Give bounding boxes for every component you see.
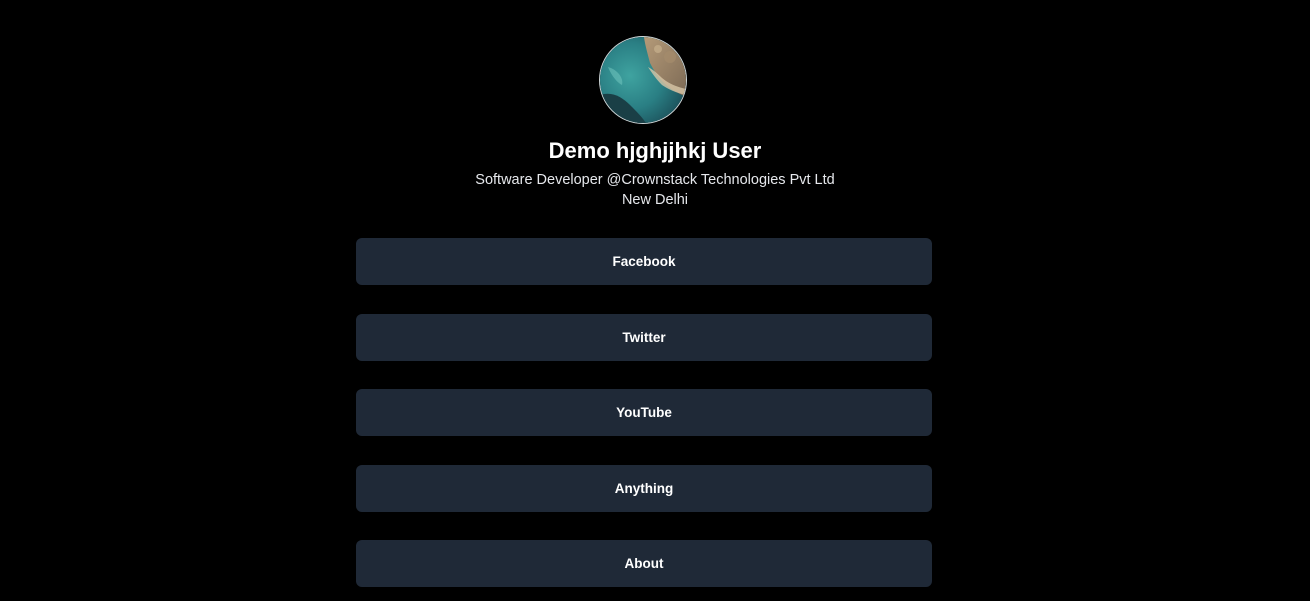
profile-page: Demo hjghjjhkj User Software Developer @…	[0, 0, 1310, 601]
link-button-twitter[interactable]: Twitter	[356, 313, 932, 361]
link-list: Facebook Twitter YouTube Anything About	[356, 238, 932, 601]
link-label: Anything	[614, 480, 674, 496]
link-label: Facebook	[612, 254, 676, 269]
profile-location: New Delhi	[621, 192, 689, 208]
link-button-youtube[interactable]: YouTube	[356, 389, 932, 436]
link-button-about[interactable]: About	[356, 540, 932, 587]
link-button-facebook[interactable]: Facebook	[356, 238, 932, 285]
link-label: About	[624, 556, 664, 571]
link-label: YouTube	[616, 405, 672, 420]
avatar-image	[600, 37, 686, 123]
link-button-anything[interactable]: Anything	[356, 464, 932, 512]
avatar	[600, 37, 686, 123]
profile-bio: Software Developer @Crownstack Technolog…	[475, 172, 835, 188]
profile-name: Demo hjghjjhkj User	[548, 138, 762, 163]
link-label: Twitter	[622, 329, 666, 345]
